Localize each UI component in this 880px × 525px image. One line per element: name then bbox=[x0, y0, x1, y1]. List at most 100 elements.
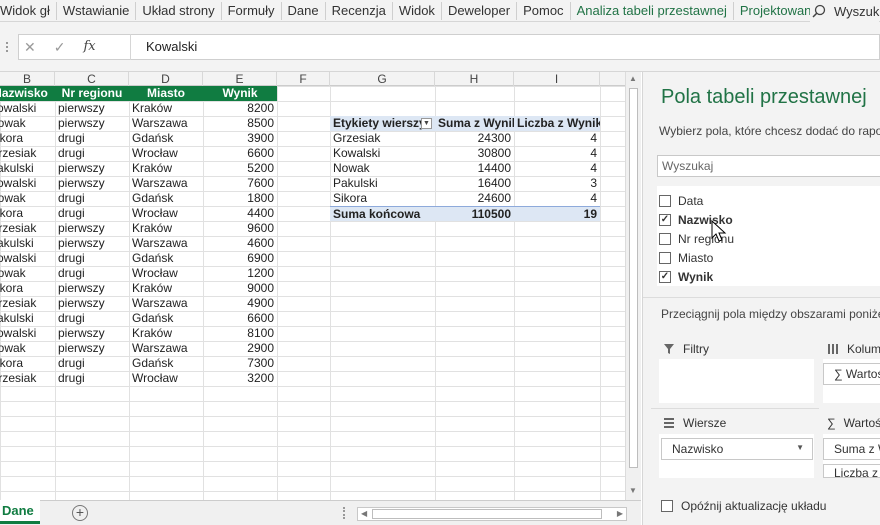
values-item-sum[interactable]: Suma z Wynik bbox=[823, 438, 880, 460]
table-cell[interactable]: Warszawa bbox=[129, 176, 203, 191]
table-cell[interactable]: Nowak bbox=[0, 191, 55, 206]
pivot-cell[interactable]: 4 bbox=[514, 161, 600, 176]
table-cell[interactable]: Gdańsk bbox=[129, 311, 203, 326]
pivot-cell[interactable]: Kowalski bbox=[330, 146, 435, 161]
table-cell[interactable]: Kowalski bbox=[0, 176, 55, 191]
table-cell[interactable]: 2900 bbox=[203, 341, 277, 356]
table-cell[interactable]: 8100 bbox=[203, 326, 277, 341]
table-cell[interactable]: Warszawa bbox=[129, 236, 203, 251]
table-cell[interactable]: 8500 bbox=[203, 116, 277, 131]
ribbon-tab[interactable]: Wstawianie bbox=[57, 1, 137, 20]
table-cell[interactable]: 4400 bbox=[203, 206, 277, 221]
table-cell[interactable]: 1800 bbox=[203, 191, 277, 206]
column-header[interactable]: E bbox=[203, 72, 277, 86]
table-cell[interactable]: drugi bbox=[55, 206, 129, 221]
table-cell[interactable]: 7600 bbox=[203, 176, 277, 191]
sheet-tab-dane[interactable]: Dane bbox=[0, 500, 40, 524]
table-cell[interactable]: 6600 bbox=[203, 146, 277, 161]
pivot-cell[interactable]: Pakulski bbox=[330, 176, 435, 191]
table-cell[interactable]: Nowak bbox=[0, 266, 55, 281]
pivot-cell[interactable]: 16400 bbox=[435, 176, 514, 191]
table-cell[interactable]: Kowalski bbox=[0, 101, 55, 116]
table-cell[interactable]: 6600 bbox=[203, 311, 277, 326]
pivot-total-cell[interactable]: Suma końcowa bbox=[330, 206, 435, 221]
table-cell[interactable]: Grzesiak bbox=[0, 221, 55, 236]
table-cell[interactable]: Sikora bbox=[0, 281, 55, 296]
pivot-cell[interactable]: 24600 bbox=[435, 191, 514, 206]
table-cell[interactable]: Sikora bbox=[0, 131, 55, 146]
table-cell[interactable]: pierwszy bbox=[55, 341, 129, 356]
defer-checkbox[interactable] bbox=[661, 500, 673, 512]
cancel-icon[interactable]: ✕ bbox=[24, 39, 36, 56]
table-cell[interactable]: Kraków bbox=[129, 281, 203, 296]
ribbon-tab[interactable]: Widok gł bbox=[0, 1, 57, 20]
table-cell[interactable]: pierwszy bbox=[55, 116, 129, 131]
table-cell[interactable]: Nowak bbox=[0, 116, 55, 131]
table-cell[interactable]: 9000 bbox=[203, 281, 277, 296]
table-cell[interactable]: 6900 bbox=[203, 251, 277, 266]
table-cell[interactable]: pierwszy bbox=[55, 161, 129, 176]
pivot-header[interactable]: Etykiety wierszy bbox=[330, 116, 435, 131]
horizontal-scrollbar[interactable]: ◀ ▶ bbox=[357, 507, 627, 521]
pivot-header[interactable]: Suma z Wynik bbox=[435, 116, 514, 131]
field-item[interactable]: Data bbox=[659, 194, 703, 208]
insert-function-icon[interactable]: fx bbox=[83, 39, 95, 56]
table-cell[interactable]: 1200 bbox=[203, 266, 277, 281]
table-cell[interactable]: Nowak bbox=[0, 341, 55, 356]
table-cell[interactable]: Wrocław bbox=[129, 371, 203, 386]
field-item[interactable]: ✓ Wynik bbox=[659, 270, 713, 284]
table-cell[interactable]: Wrocław bbox=[129, 266, 203, 281]
table-cell[interactable]: pierwszy bbox=[55, 281, 129, 296]
formula-value[interactable]: Kowalski bbox=[146, 39, 197, 54]
table-cell[interactable]: drugi bbox=[55, 371, 129, 386]
pivot-cell[interactable]: 3 bbox=[514, 176, 600, 191]
columns-item-values[interactable]: ∑ Wartości bbox=[823, 363, 880, 385]
ribbon-tab[interactable]: Recenzja bbox=[326, 1, 393, 20]
field-search-input[interactable]: Wyszukaj bbox=[657, 155, 880, 177]
table-cell[interactable]: Pakulski bbox=[0, 236, 55, 251]
pivot-cell[interactable]: 24300 bbox=[435, 131, 514, 146]
values-item-count[interactable]: Liczba z Wynik2 bbox=[823, 464, 880, 478]
table-cell[interactable]: drugi bbox=[55, 266, 129, 281]
scroll-up-icon[interactable]: ▲ bbox=[629, 74, 637, 83]
table-cell[interactable]: 3200 bbox=[203, 371, 277, 386]
table-cell[interactable]: Pakulski bbox=[0, 311, 55, 326]
table-cell[interactable]: Sikora bbox=[0, 356, 55, 371]
table-header[interactable]: Nazwisko bbox=[0, 86, 55, 101]
table-cell[interactable]: Gdańsk bbox=[129, 191, 203, 206]
table-cell[interactable]: Grzesiak bbox=[0, 146, 55, 161]
table-cell[interactable]: 9600 bbox=[203, 221, 277, 236]
ribbon-tab[interactable]: Pomoc bbox=[517, 1, 571, 20]
table-cell[interactable]: pierwszy bbox=[55, 236, 129, 251]
scroll-right-icon[interactable]: ▶ bbox=[617, 509, 623, 518]
table-header[interactable]: Miasto bbox=[129, 86, 203, 101]
table-cell[interactable]: 5200 bbox=[203, 161, 277, 176]
table-cell[interactable]: drugi bbox=[55, 131, 129, 146]
ribbon-tab[interactable]: Formuły bbox=[222, 1, 282, 20]
table-cell[interactable]: pierwszy bbox=[55, 176, 129, 191]
table-cell[interactable]: Warszawa bbox=[129, 341, 203, 356]
pivot-total-cell[interactable]: 19 bbox=[514, 206, 600, 221]
table-cell[interactable]: Kowalski bbox=[0, 326, 55, 341]
table-cell[interactable]: 3900 bbox=[203, 131, 277, 146]
table-cell[interactable]: Kraków bbox=[129, 161, 203, 176]
table-cell[interactable]: pierwszy bbox=[55, 326, 129, 341]
ribbon-tab[interactable]: Dane bbox=[282, 1, 326, 20]
vertical-scrollbar[interactable]: ▲ ▼ bbox=[625, 72, 641, 500]
table-cell[interactable]: Gdańsk bbox=[129, 356, 203, 371]
table-cell[interactable]: Kowalski bbox=[0, 251, 55, 266]
table-cell[interactable]: drugi bbox=[55, 311, 129, 326]
table-cell[interactable]: Wrocław bbox=[129, 206, 203, 221]
add-sheet-icon[interactable]: + bbox=[72, 505, 88, 521]
table-cell[interactable]: Gdańsk bbox=[129, 131, 203, 146]
pivot-cell[interactable]: 4 bbox=[514, 191, 600, 206]
ribbon-tab[interactable]: Deweloper bbox=[442, 1, 518, 20]
table-cell[interactable]: pierwszy bbox=[55, 296, 129, 311]
horizontal-scroll-thumb[interactable] bbox=[372, 509, 602, 519]
rows-item-nazwisko[interactable]: Nazwisko ▼ bbox=[661, 438, 813, 460]
checked-checkbox-icon[interactable]: ✓ bbox=[659, 214, 671, 226]
scroll-left-icon[interactable]: ◀ bbox=[361, 509, 367, 518]
table-cell[interactable]: drugi bbox=[55, 146, 129, 161]
table-cell[interactable]: Kraków bbox=[129, 101, 203, 116]
table-cell[interactable]: Grzesiak bbox=[0, 371, 55, 386]
